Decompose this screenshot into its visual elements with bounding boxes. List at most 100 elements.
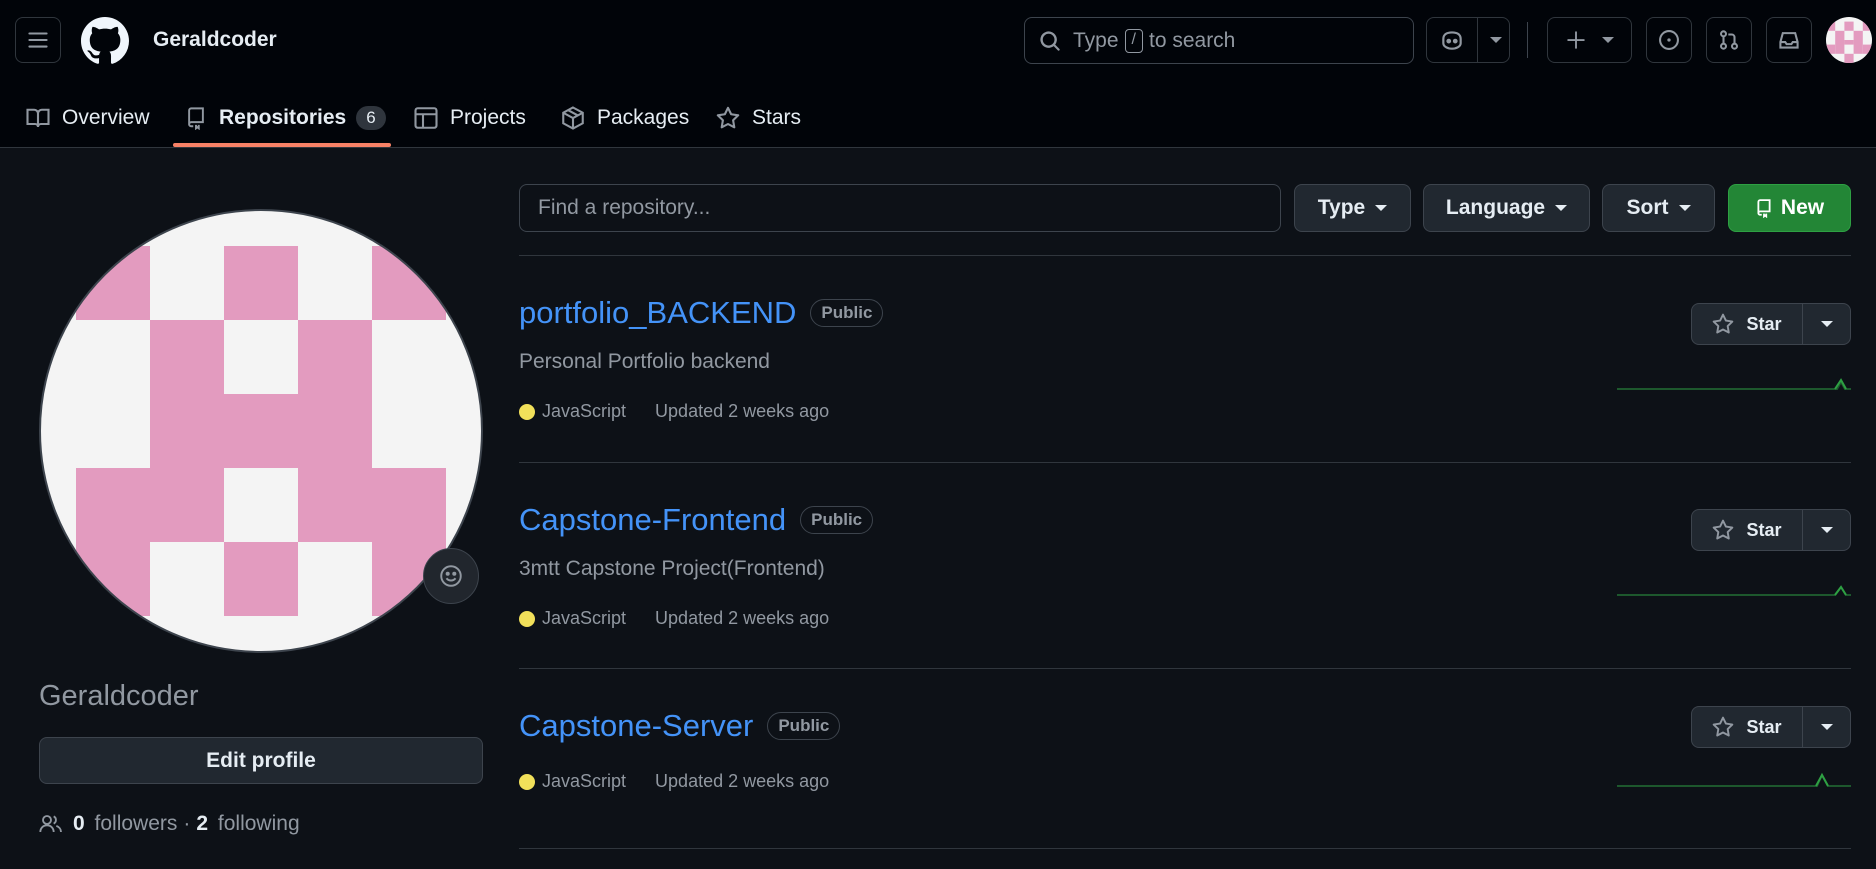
tab-projects[interactable]: Projects [414,88,526,148]
star-button-group: Star [1691,303,1851,345]
repo-description: 3mtt Capstone Project(Frontend) [519,557,825,580]
repo-updated: Updated 2 weeks ago [655,401,830,421]
tab-label: Stars [752,106,802,129]
issues-button[interactable] [1646,17,1692,63]
follow-stats: 0 followers · 2 following [39,812,300,836]
header-username[interactable]: Geraldcoder [153,28,277,52]
chevron-down-icon [1490,37,1502,43]
activity-sparkline [1617,378,1851,390]
repo-title-row: portfolio_BACKEND Public [519,295,1851,331]
following-link[interactable]: 2 following [196,812,299,836]
issue-opened-icon [1659,30,1679,50]
git-pull-request-icon [1719,30,1739,50]
repo-language: JavaScript [542,771,627,791]
repo-icon [1757,199,1771,218]
visibility-badge: Public [810,299,884,327]
pull-requests-button[interactable] [1706,17,1752,63]
profile-avatar[interactable] [38,208,484,654]
copilot-icon [1442,31,1462,50]
new-button-label: New [1780,196,1825,219]
chevron-down-icon [1678,205,1691,211]
repo-name-link[interactable]: Capstone-Server [519,708,753,744]
book-icon [26,108,50,128]
chevron-down-icon [1820,321,1833,327]
star-label: Star [1746,519,1782,540]
star-icon [1713,716,1734,737]
star-icon [1713,313,1734,334]
repo-icon [188,107,204,130]
star-list-dropdown[interactable] [1803,304,1850,344]
chevron-down-icon [1820,527,1833,533]
copilot-divider [1477,18,1478,62]
followers-label: followers [88,812,178,835]
repo-meta: JavaScript Updated 2 weeks ago [519,771,829,792]
github-logo[interactable] [81,17,129,65]
inbox-icon [1779,32,1799,49]
repo-updated: Updated 2 weeks ago [655,771,830,791]
star-label: Star [1746,313,1782,334]
tab-packages[interactable]: Packages [561,88,689,148]
activity-sparkline [1617,772,1851,787]
identicon-avatar-small [1826,21,1872,63]
repo-name-link[interactable]: Capstone-Frontend [519,502,786,538]
language-color-dot [519,773,535,790]
search-icon [1040,30,1060,51]
identicon-avatar [39,209,483,653]
star-list-dropdown[interactable] [1803,707,1850,747]
search-placeholder-after: to search [1148,28,1236,52]
tab-overview[interactable]: Overview [26,88,150,148]
type-filter-button[interactable]: Type [1294,184,1411,232]
followers-count: 0 [73,812,85,835]
repo-title-row: Capstone-Server Public [519,708,1851,744]
people-icon [39,815,62,833]
star-button[interactable]: Star [1692,510,1803,550]
star-button[interactable]: Star [1692,707,1803,747]
github-mark-icon [81,17,129,64]
new-repository-button[interactable]: New [1728,184,1851,232]
header-divider [1527,22,1528,58]
tab-label: Projects [450,106,526,129]
profile-username: Geraldcoder [39,680,199,712]
chevron-down-icon [1601,37,1614,43]
tab-label: Repositories [219,106,347,129]
tab-repositories[interactable]: Repositories 6 [185,88,386,148]
language-filter-button[interactable]: Language [1423,184,1590,232]
tab-label: Packages [597,106,690,129]
repo-language: JavaScript [542,401,627,421]
star-list-dropdown[interactable] [1803,510,1850,550]
following-label: following [212,812,300,835]
set-status-button[interactable] [423,548,479,604]
activity-sparkline [1617,585,1851,596]
chevron-down-icon [1820,724,1833,730]
type-filter-label: Type [1317,196,1366,219]
repo-name-link[interactable]: portfolio_BACKEND [519,295,796,331]
global-header: Geraldcoder Type / to search Overview Re… [0,0,1876,148]
search-shortcut-key: / [1124,28,1143,53]
star-label: Star [1746,716,1782,737]
search-placeholder-before: Type [1073,28,1119,52]
find-repository-input[interactable] [519,184,1281,232]
language-color-dot [519,403,535,420]
sort-filter-button[interactable]: Sort [1602,184,1715,232]
repo-meta: JavaScript Updated 2 weeks ago [519,401,829,422]
user-avatar[interactable] [1826,17,1872,63]
chevron-down-icon [1555,205,1568,211]
repo-count-badge: 6 [356,106,386,130]
star-button[interactable]: Star [1692,304,1803,344]
tab-stars[interactable]: Stars [716,88,801,148]
global-search[interactable]: Type / to search [1024,17,1414,64]
list-divider [519,668,1851,669]
repo-meta: JavaScript Updated 2 weeks ago [519,608,829,629]
menu-button[interactable] [15,17,61,63]
repo-title-row: Capstone-Frontend Public [519,502,1851,538]
star-button-group: Star [1691,706,1851,748]
star-icon [716,106,740,129]
copilot-button[interactable] [1426,17,1510,63]
edit-profile-button[interactable]: Edit profile [39,737,483,784]
repo-language: JavaScript [542,608,627,628]
inbox-button[interactable] [1766,17,1812,63]
followers-link[interactable]: 0 followers [73,812,177,836]
smiley-icon [440,565,462,587]
create-new-button[interactable] [1547,17,1632,63]
hamburger-icon [28,32,48,48]
